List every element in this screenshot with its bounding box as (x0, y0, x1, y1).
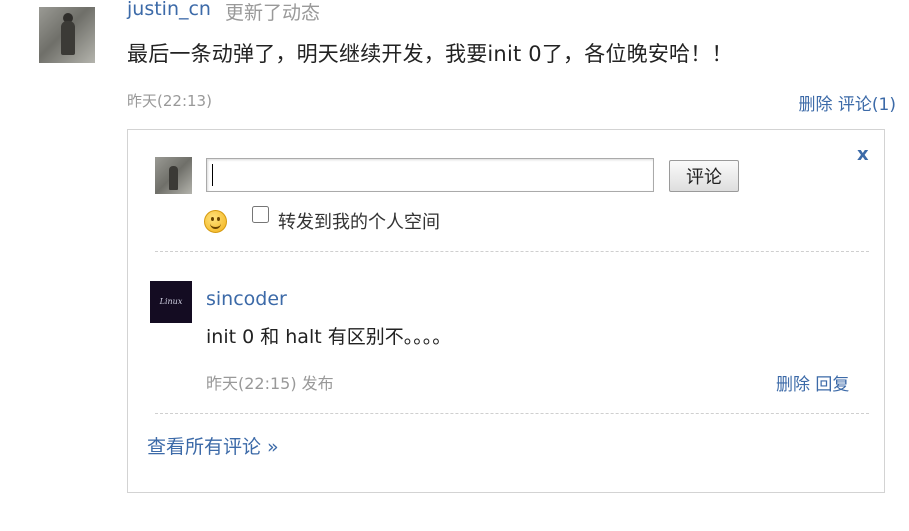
post-timestamp: 昨天(22:13) (127, 92, 212, 110)
comment-reply-link[interactable]: 回复 (815, 375, 849, 395)
comment-actions: 删除 回复 (776, 370, 849, 395)
comment-text: init 0 和 halt 有区别不。。。。 (206, 326, 452, 348)
repost-label[interactable]: 转发到我的个人空间 (278, 208, 440, 234)
post-action-text: 更新了动态 (225, 2, 321, 24)
comment-panel: x 评论 转发到我的个人空间 Linux sincoder init 0 和 h… (127, 129, 885, 493)
comment-delete-link[interactable]: 删除 (776, 375, 810, 395)
post-author-avatar[interactable] (39, 7, 95, 63)
post-content: 最后一条动弹了，明天继续开发，我要init 0了，各位晚安哈！！ (127, 42, 733, 66)
close-icon[interactable]: x (857, 144, 869, 165)
commenter-name[interactable]: sincoder (206, 288, 287, 310)
post-comments-link[interactable]: 评论(1) (838, 95, 896, 115)
commenter-avatar[interactable]: Linux (150, 281, 192, 323)
repost-checkbox[interactable] (252, 206, 269, 223)
comment-input[interactable] (206, 158, 654, 192)
current-user-avatar (155, 157, 192, 194)
post-actions: 删除 评论(1) (799, 90, 897, 115)
divider (155, 413, 869, 414)
emoji-icon[interactable] (204, 210, 227, 233)
view-all-comments-link[interactable]: 查看所有评论 » (147, 432, 279, 459)
post-author-name[interactable]: justin_cn (127, 0, 211, 20)
divider (155, 251, 869, 252)
comment-timestamp: 昨天(22:15) 发布 (206, 374, 334, 393)
post-delete-link[interactable]: 删除 (799, 95, 833, 115)
text-cursor (212, 164, 213, 186)
submit-comment-button[interactable]: 评论 (669, 160, 739, 192)
